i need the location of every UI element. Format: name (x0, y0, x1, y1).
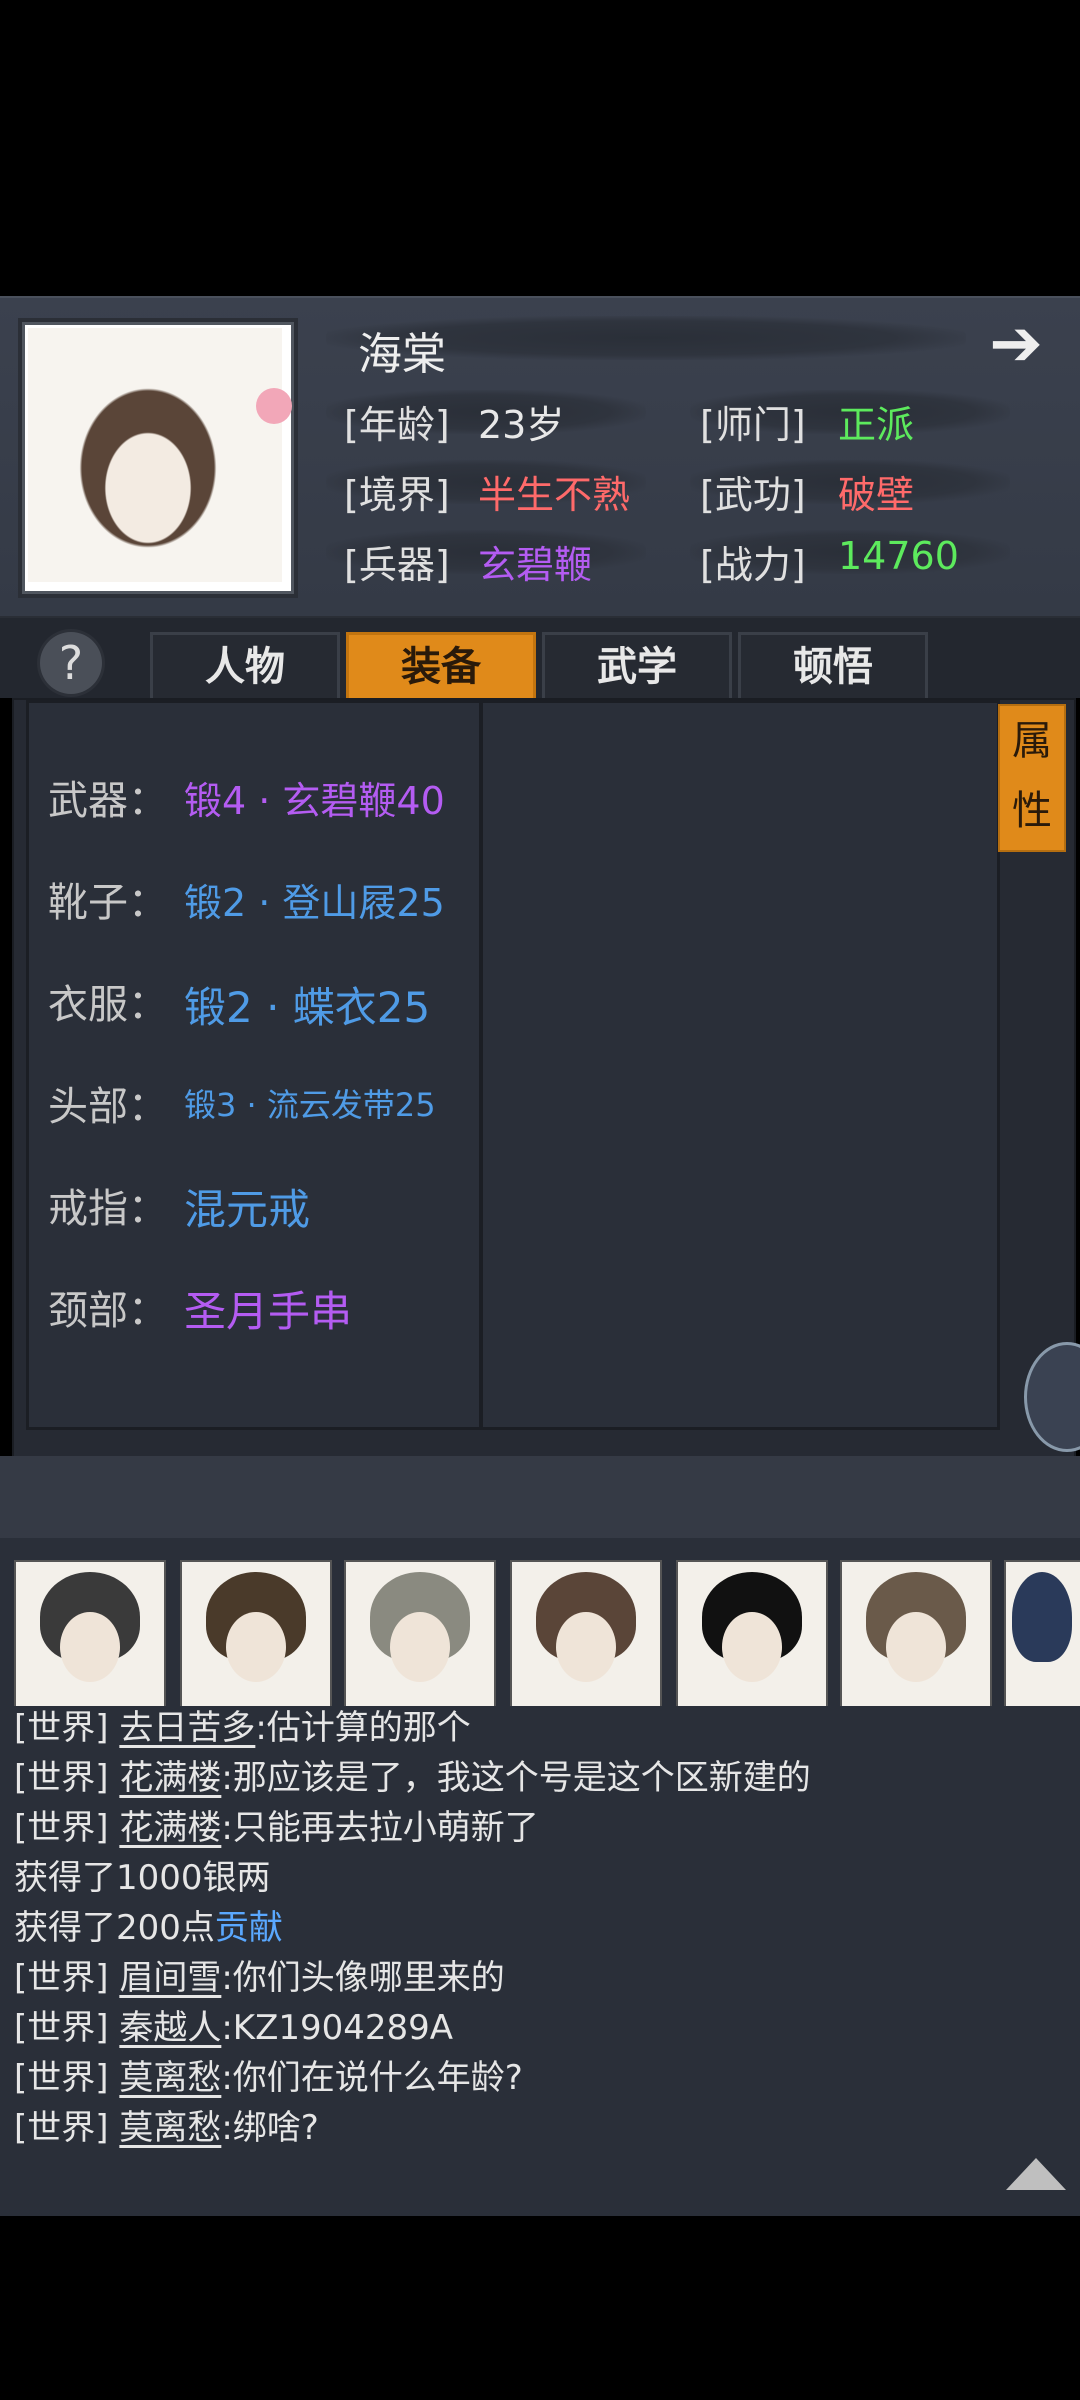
slot-neck-item[interactable]: 圣月手串 (184, 1278, 352, 1339)
flower-ornament (256, 388, 292, 424)
chat-line: [世界] 秦越人:KZ1904289A (14, 2000, 453, 2049)
slot-ring-label: 戒指： (48, 1186, 168, 1232)
weapon-label: [兵器] (344, 543, 450, 587)
realm-value: 半生不熟 (478, 473, 631, 517)
power-value: 14760 (838, 534, 959, 578)
chat-line: [世界] 眉间雪:你们头像哪里来的 (14, 1950, 505, 1999)
chat-channel: [世界] (14, 1758, 109, 1798)
age-label: [年龄] (344, 403, 450, 447)
chat-text: :绑啥? (221, 2108, 319, 2148)
tab-equipment[interactable]: 装备 (346, 632, 536, 702)
attributes-button-char: 性 (1012, 788, 1052, 834)
avatar[interactable] (840, 1560, 992, 1708)
chat-line: [世界] 花满楼:只能再去拉小萌新了 (14, 1800, 539, 1849)
portrait-illustration (28, 328, 292, 582)
expand-chat-icon[interactable] (1006, 2158, 1066, 2190)
chat-channel: [世界] (14, 1708, 109, 1748)
chat-user[interactable]: 去日苦多 (119, 1708, 255, 1748)
equipment-detail (480, 700, 1000, 1430)
divider-band (0, 1456, 1080, 1538)
chat-text: :只能再去拉小萌新了 (221, 1808, 539, 1848)
slot-clothes-label: 衣服： (48, 982, 168, 1028)
martial-value: 破壁 (838, 473, 915, 517)
slot-head-item[interactable]: 锻3 · 流云发带25 (184, 1080, 436, 1126)
slot-ring-item[interactable]: 混元戒 (184, 1176, 310, 1237)
tab-enlightenment[interactable]: 顿悟 (738, 632, 928, 702)
avatar[interactable] (510, 1560, 662, 1708)
chat-line: [世界] 莫离愁:你们在说什么年龄? (14, 2050, 523, 2099)
slot-head-label: 头部： (48, 1084, 168, 1130)
realm-label: [境界] (344, 473, 450, 517)
chat-text: :你们在说什么年龄? (221, 2058, 523, 2098)
tab-martial-arts[interactable]: 武学 (542, 632, 732, 702)
chat-line: 获得了200点贡献 (14, 1900, 283, 1949)
chat-channel: [世界] (14, 2108, 109, 2148)
sect-value: 正派 (838, 403, 915, 447)
chat-text: :KZ1904289A (221, 2008, 454, 2048)
chat-line: [世界] 去日苦多:估计算的那个 (14, 1700, 471, 1749)
chat-system-highlight: 银两 (202, 1858, 271, 1898)
next-arrow-icon[interactable]: ➔ (970, 312, 1062, 376)
chat-system-text: 获得了200点 (14, 1908, 215, 1948)
tab-character[interactable]: 人物 (150, 632, 340, 702)
chat-user[interactable]: 花满楼 (119, 1758, 221, 1798)
slot-neck-label: 颈部： (48, 1288, 168, 1334)
character-name: 海棠 (358, 329, 446, 380)
chat-channel: [世界] (14, 2058, 109, 2098)
chat-line: [世界] 花满楼:那应该是了，我这个号是这个区新建的 (14, 1750, 811, 1799)
avatar[interactable] (14, 1560, 166, 1708)
chat-line: [世界] 莫离愁:绑啥? (14, 2100, 319, 2149)
chat-line: 获得了1000银两 (14, 1850, 271, 1899)
avatar[interactable] (344, 1560, 496, 1708)
chat-user[interactable]: 秦越人 (119, 2008, 221, 2048)
help-icon[interactable]: ? (40, 632, 102, 694)
avatar[interactable] (676, 1560, 828, 1708)
chat-channel: [世界] (14, 2008, 109, 2048)
chat-text: :你们头像哪里来的 (221, 1958, 505, 1998)
slot-clothes-item[interactable]: 锻2 · 蝶衣25 (184, 974, 430, 1035)
chat-user[interactable]: 莫离愁 (119, 2108, 221, 2148)
avatar[interactable] (1004, 1560, 1080, 1708)
martial-label: [武功] (700, 473, 806, 517)
chat-channel: [世界] (14, 1958, 109, 1998)
attributes-button[interactable]: 属 性 (998, 704, 1066, 852)
slot-boots-item[interactable]: 锻2 · 登山屐25 (184, 872, 445, 927)
chat-text: :估计算的那个 (255, 1708, 471, 1748)
attributes-button-char: 属 (1012, 718, 1052, 764)
chat-system-highlight: 贡献 (214, 1908, 283, 1948)
slot-weapon-label: 武器： (48, 778, 168, 824)
chat-system-text: 获得了1000 (14, 1858, 203, 1898)
chat-user[interactable]: 莫离愁 (119, 2058, 221, 2098)
slot-weapon-item[interactable]: 锻4 · 玄碧鞭40 (184, 770, 445, 825)
slot-boots-label: 靴子： (48, 880, 168, 926)
chat-text: :那应该是了，我这个号是这个区新建的 (221, 1758, 811, 1798)
character-header: 海棠 ➔ [年龄] 23岁 [师门] 正派 [境界] 半生不熟 [武功] 破壁 … (0, 296, 1080, 618)
chat-user[interactable]: 花满楼 (119, 1808, 221, 1848)
chat-user[interactable]: 眉间雪 (119, 1958, 221, 1998)
chat-channel: [世界] (14, 1808, 109, 1848)
avatar[interactable] (180, 1560, 332, 1708)
weapon-value: 玄碧鞭 (478, 543, 593, 587)
age-value: 23岁 (478, 403, 565, 447)
sect-label: [师门] (700, 403, 806, 447)
power-label: [战力] (700, 543, 806, 587)
